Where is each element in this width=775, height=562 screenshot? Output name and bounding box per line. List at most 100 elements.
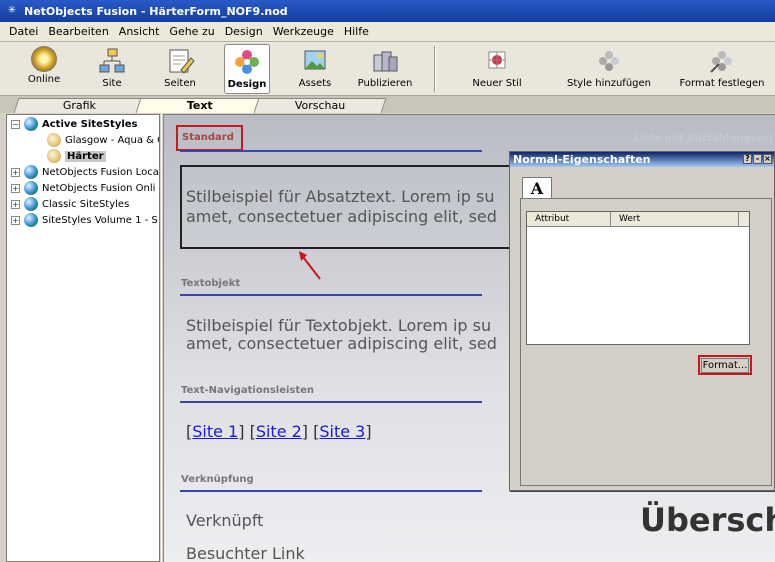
menu-hilfe[interactable]: Hilfe <box>339 25 374 38</box>
tree-label: Härter <box>65 150 106 162</box>
set-format-icon <box>707 46 737 76</box>
menu-datei[interactable]: Datei <box>4 25 43 38</box>
assets-image-icon <box>300 46 330 76</box>
design-button[interactable]: Design <box>224 44 270 94</box>
menu-gehe-zu[interactable]: Gehe zu <box>164 25 219 38</box>
tab-vorschau-label: Vorschau <box>294 99 346 112</box>
palette-icon <box>47 133 61 147</box>
attribute-grid[interactable]: Attribut Wert <box>526 211 750 345</box>
neuer-stil-button[interactable]: Neuer Stil <box>462 44 532 94</box>
tab-text-label: Text <box>186 99 213 112</box>
expand-icon[interactable]: + <box>11 199 20 209</box>
expand-icon[interactable]: + <box>11 215 20 225</box>
nav-link-site1[interactable]: Site 1 <box>192 422 238 441</box>
normal-properties-dialog: Normal-Eigenschaften ? ‐ × A Attribut We… <box>509 151 775 491</box>
tree-label: Active SiteStyles <box>42 118 138 130</box>
seiten-button[interactable]: Seiten <box>154 44 206 94</box>
menu-design[interactable]: Design <box>220 25 268 38</box>
nav-link-site3[interactable]: Site 3 <box>319 422 365 441</box>
style-hinzufuegen-button[interactable]: Style hinzufügen <box>560 44 658 94</box>
format-festlegen-button[interactable]: Format festlegen <box>672 44 772 94</box>
main-toolbar: Online Site Seiten Design Assets Publizi… <box>0 42 775 96</box>
section-label-list[interactable]: Liste mit Aufzählungszei <box>634 133 773 144</box>
section-label-textobjekt[interactable]: Textobjekt <box>181 278 240 289</box>
tree-item-nof-local[interactable]: + NetObjects Fusion Loca <box>11 164 159 180</box>
tree-item-volume1[interactable]: + SiteStyles Volume 1 - S <box>11 212 158 228</box>
format-button[interactable]: Format... <box>698 355 752 375</box>
globe-icon <box>24 213 38 227</box>
globe-icon <box>24 165 38 179</box>
tab-grafik[interactable]: Grafik <box>13 98 147 113</box>
site-label: Site <box>102 78 122 89</box>
page-edit-icon <box>165 46 195 76</box>
section-label-navigation[interactable]: Text-Navigationsleisten <box>181 385 314 396</box>
publizieren-button[interactable]: Publizieren <box>350 44 420 94</box>
tree-label: Classic SiteStyles <box>42 198 130 210</box>
tree-item-classic[interactable]: + Classic SiteStyles <box>11 196 129 212</box>
section-divider <box>180 490 482 492</box>
tree-item-haerter[interactable]: Härter <box>47 148 106 164</box>
expand-icon[interactable]: + <box>11 167 20 177</box>
add-style-icon <box>594 46 624 76</box>
tree-item-glasgow[interactable]: Glasgow - Aqua & G <box>47 132 160 148</box>
textobjekt-sample-line1: Stilbeispiel für Textobjekt. Lorem ip su <box>186 316 492 335</box>
online-icon <box>31 46 57 72</box>
tab-grafik-label: Grafik <box>63 99 97 112</box>
section-label-verknuepfung[interactable]: Verknüpfung <box>181 474 254 485</box>
nav-link-site2[interactable]: Site 2 <box>256 422 302 441</box>
format-festlegen-label: Format festlegen <box>679 78 765 89</box>
section-label-standard[interactable]: Standard <box>182 132 234 143</box>
tree-label: SiteStyles Volume 1 - S <box>42 214 158 226</box>
tree-item-nof-online[interactable]: + NetObjects Fusion Onli <box>11 180 155 196</box>
help-icon[interactable]: ? <box>743 154 752 164</box>
assets-label: Assets <box>298 78 332 89</box>
grid-header: Attribut Wert <box>527 212 749 227</box>
site-structure-icon <box>97 46 127 76</box>
menu-werkzeuge[interactable]: Werkzeuge <box>268 25 339 38</box>
column-wert: Wert <box>611 212 739 226</box>
paragraph-sample-line1: Stilbeispiel für Absatztext. Lorem ip su <box>186 187 495 206</box>
tab-text[interactable]: Text <box>135 98 265 113</box>
heading-sample[interactable]: Übersch <box>640 501 775 539</box>
minimize-icon[interactable]: ‐ <box>753 154 762 164</box>
globe-icon <box>24 181 38 195</box>
text-nav-bar: [Site 1] [Site 2] [Site 3] <box>186 422 372 441</box>
site-button[interactable]: Site <box>88 44 136 94</box>
expand-icon[interactable]: + <box>11 183 20 193</box>
menu-bar: Datei Bearbeiten Ansicht Gehe zu Design … <box>0 22 775 42</box>
close-icon[interactable]: × <box>763 154 772 164</box>
section-divider <box>180 294 482 296</box>
textobjekt-sample-line2: amet, consectetuer adipiscing elit, sed <box>186 334 497 353</box>
new-style-icon <box>482 46 512 76</box>
globe-icon <box>24 117 38 131</box>
window-title-bar: ✳ NetObjects Fusion - HärterForm_NOF9.no… <box>0 0 775 22</box>
column-attribut: Attribut <box>527 212 611 226</box>
view-tabstrip: Grafik Text Vorschau <box>0 96 775 113</box>
collapse-icon[interactable]: − <box>11 119 20 129</box>
online-button[interactable]: Online <box>18 44 70 94</box>
paragraph-sample-line2: amet, consectetuer adipiscing elit, sed <box>186 207 497 226</box>
menu-ansicht[interactable]: Ansicht <box>114 25 165 38</box>
globe-icon <box>24 197 38 211</box>
toolbar-separator <box>434 46 436 92</box>
red-arrow-icon <box>299 251 321 280</box>
text-format-tab[interactable]: A <box>522 177 552 199</box>
menu-bearbeiten[interactable]: Bearbeiten <box>43 25 113 38</box>
link-sample[interactable]: Verknüpft <box>186 512 263 530</box>
visited-link-sample[interactable]: Besuchter Link <box>186 545 305 562</box>
publizieren-label: Publizieren <box>357 78 413 89</box>
section-divider <box>180 150 482 152</box>
palette-icon <box>47 149 61 163</box>
design-label: Design <box>227 79 267 90</box>
format-button-label: Format... <box>701 358 749 373</box>
assets-button[interactable]: Assets <box>290 44 340 94</box>
tree-label: NetObjects Fusion Loca <box>42 166 159 178</box>
neuer-stil-label: Neuer Stil <box>472 78 522 89</box>
tree-item-active-sitestyles[interactable]: − Active SiteStyles <box>11 116 138 132</box>
dialog-title-bar[interactable]: Normal-Eigenschaften ? ‐ × <box>510 152 774 167</box>
window-title: NetObjects Fusion - HärterForm_NOF9.nod <box>24 4 288 18</box>
tab-vorschau[interactable]: Vorschau <box>253 98 387 113</box>
tree-label: Glasgow - Aqua & G <box>65 134 160 146</box>
tree-label: NetObjects Fusion Onli <box>42 182 156 194</box>
section-divider <box>180 401 482 403</box>
